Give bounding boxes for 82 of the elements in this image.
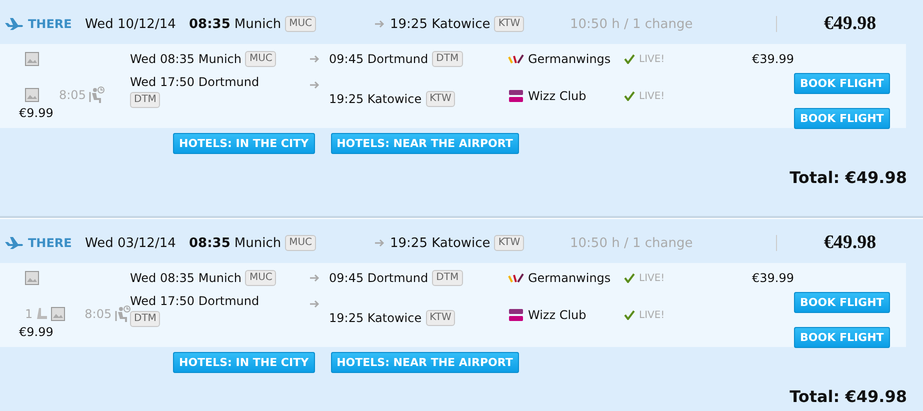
segment-departure: Wed 17:50 Dortmund <box>130 74 260 90</box>
arrow-icon <box>310 273 320 283</box>
book-flight-button[interactable]: BOOK FLIGHT <box>794 327 890 348</box>
flight-date: Wed 10/12/14 <box>85 16 176 32</box>
segment-arrival: 19:25 Katowice <box>329 92 422 106</box>
live-status: LIVE! <box>639 272 665 284</box>
duration-text: 10:50 h / 1 change <box>570 16 693 32</box>
arrow-icon <box>375 19 385 29</box>
segment-arrival: 09:45 Dortmund <box>329 271 428 285</box>
direction-label: THERE <box>28 236 72 250</box>
airport-code: MUC <box>245 270 276 286</box>
duration-text: 10:50 h / 1 change <box>570 236 693 250</box>
layover-time: 8:05 <box>59 88 86 102</box>
check-icon <box>624 54 635 64</box>
segment-departure: Wed 08:35 Munich <box>130 52 242 66</box>
wing-stripes-logo-icon <box>508 54 524 64</box>
departure-city: Munich <box>234 236 282 250</box>
segment-price: €39.99 <box>751 270 794 287</box>
seat-count: 1 <box>25 307 33 321</box>
airline-logo-icon <box>508 89 524 103</box>
airport-code: DTM <box>432 51 463 67</box>
flight-date: Wed 03/12/14 <box>85 236 176 250</box>
segment-price: €39.99 <box>751 51 794 68</box>
total-price: €49.98 <box>822 232 878 254</box>
segment-arrival: 19:25 Katowice <box>329 311 422 325</box>
total-price: Total: €49.98 <box>790 387 907 406</box>
airport-code: KTW <box>494 16 524 32</box>
airport-code: DTM <box>432 270 463 286</box>
image-icon <box>50 307 65 321</box>
book-flight-button[interactable]: BOOK FLIGHT <box>794 73 890 94</box>
airport-code: MUC <box>285 235 316 251</box>
total-price: €49.98 <box>822 13 878 35</box>
book-flight-button[interactable]: BOOK FLIGHT <box>794 292 890 313</box>
waiting-person-icon <box>114 305 131 323</box>
airline-logo-icon <box>508 308 524 322</box>
airline-name: Germanwings <box>528 52 611 66</box>
segment-departure: Wed 17:50 Dortmund <box>130 293 260 309</box>
image-icon <box>25 52 39 66</box>
segment-price: €9.99 <box>19 325 54 339</box>
arrow-icon <box>310 299 320 309</box>
arrow-icon <box>310 54 320 64</box>
check-icon <box>624 273 635 283</box>
airport-code: MUC <box>245 51 276 67</box>
wing-stripes-logo-icon <box>508 273 524 283</box>
airline-name: Germanwings <box>528 271 611 285</box>
departure-time: 08:35 <box>189 236 230 250</box>
plane-icon <box>4 237 24 249</box>
hotels-button[interactable]: HOTELS: NEAR THE AIRPORT <box>330 352 519 373</box>
image-icon <box>25 271 39 285</box>
layover-time: 8:05 <box>84 307 112 321</box>
live-status: LIVE! <box>639 310 665 320</box>
check-icon <box>624 91 635 101</box>
departure-city: Munich <box>234 16 282 32</box>
airline-name: Wizz Club <box>528 308 586 322</box>
departure-time: 08:35 <box>189 16 230 32</box>
arrival-info: 19:25 Katowice <box>390 16 490 32</box>
airport-code: DTM <box>130 311 160 327</box>
segment-price: €9.99 <box>19 106 54 120</box>
arrow-icon <box>375 238 385 248</box>
total-price: Total: €49.98 <box>790 168 907 187</box>
segment-departure: Wed 08:35 Munich <box>130 271 242 285</box>
image-icon <box>25 88 39 102</box>
segment-arrival: 09:45 Dortmund <box>329 52 428 66</box>
arrow-icon <box>310 80 320 90</box>
airport-code: KTW <box>494 235 524 251</box>
live-status: LIVE! <box>639 90 665 102</box>
airport-code: DTM <box>130 92 160 108</box>
plane-icon <box>4 18 24 30</box>
seat-icon <box>36 307 48 321</box>
airline-name: Wizz Club <box>528 89 586 103</box>
hotels-button[interactable]: HOTELS: IN THE CITY <box>173 133 315 154</box>
airport-code: KTW <box>426 91 456 107</box>
check-icon <box>624 310 635 320</box>
arrival-info: 19:25 Katowice <box>390 236 490 250</box>
airport-code: KTW <box>426 310 456 326</box>
book-flight-button[interactable]: BOOK FLIGHT <box>794 108 890 129</box>
live-status: LIVE! <box>639 54 665 64</box>
airport-code: MUC <box>285 16 316 32</box>
hotels-button[interactable]: HOTELS: IN THE CITY <box>173 352 315 373</box>
hotels-button[interactable]: HOTELS: NEAR THE AIRPORT <box>330 133 519 154</box>
direction-label: THERE <box>28 17 72 31</box>
waiting-person-icon <box>88 86 105 104</box>
